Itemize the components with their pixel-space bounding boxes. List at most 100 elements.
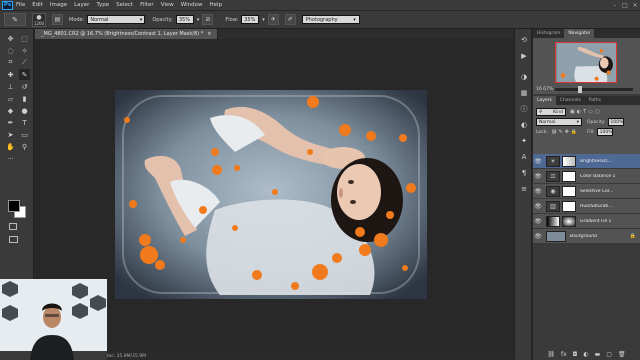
brush-preset-picker[interactable]: ● 1200 [32,12,46,27]
airbrush-toggle[interactable]: ✈ [267,14,279,25]
healing-tool-icon[interactable]: ✚ [5,69,16,80]
adjustment-layer-icon[interactable]: ◐ [583,351,588,358]
layer-mask-thumbnail[interactable] [562,185,576,197]
trash-icon[interactable]: 🗑 [618,351,626,358]
pressure-size-toggle[interactable]: ✐ [284,14,296,25]
tab-layers[interactable]: Layers [533,96,556,105]
marquee-tool-icon[interactable]: ⬚ [19,33,30,44]
new-layer-icon[interactable]: ▢ [606,351,612,358]
move-tool-icon[interactable]: ✥ [5,33,16,44]
brush-panel-toggle[interactable]: ▤ [52,14,63,25]
quick-select-tool-icon[interactable]: ✧ [19,45,30,56]
eye-icon[interactable]: 👁 [533,173,543,180]
history-panel-icon[interactable]: ⟲ [518,34,530,45]
path-select-tool-icon[interactable]: ➤ [5,129,16,140]
minimize-button[interactable]: - [610,2,620,9]
menu-view[interactable]: View [161,2,174,8]
tab-paths[interactable]: Paths [585,96,605,105]
properties-panel-icon[interactable]: ≡ [518,183,530,194]
adjustments-panel-icon[interactable]: ◐ [518,119,530,130]
crop-tool-icon[interactable]: ⌗ [5,57,16,68]
brush-tool-icon[interactable]: ✎ [19,69,30,80]
tab-navigator[interactable]: Navigator [564,29,595,38]
layer-filter-select[interactable]: ⚲ Kind [536,108,566,116]
maximize-button[interactable]: □ [620,2,630,9]
link-layers-icon[interactable]: ⛓ [547,351,555,358]
layer-row[interactable]: 👁 ☀ Brightness/C... [533,154,640,169]
info-panel-icon[interactable]: ⓘ [518,103,530,114]
document-canvas-photo[interactable] [115,90,427,299]
gradient-tool-icon[interactable]: ▮ [19,93,30,104]
add-mask-icon[interactable]: ◘ [573,351,578,358]
swatches-panel-icon[interactable]: ▦ [518,87,530,98]
workspace-switcher[interactable]: Photography ▾ [301,15,360,24]
navigator-thumbnail[interactable] [555,42,617,83]
type-tool-icon[interactable]: T [19,117,30,128]
zoom-tool-icon[interactable]: ⚲ [19,141,30,152]
blend-mode-select[interactable]: Normal ▾ [536,118,582,126]
styles-panel-icon[interactable]: ✦ [518,135,530,146]
opacity-chevron-icon[interactable]: ▾ [197,17,200,23]
pressure-opacity-toggle[interactable]: ⊘ [202,14,214,25]
close-tab-icon[interactable]: × [207,31,211,37]
flow-field[interactable]: 35% [241,15,260,24]
menu-window[interactable]: Window [181,2,203,8]
eye-icon[interactable]: 👁 [533,233,543,240]
dodge-tool-icon[interactable]: ● [19,105,30,116]
lasso-tool-icon[interactable]: ◌ [5,45,16,56]
actions-panel-icon[interactable]: ▶ [518,50,530,61]
mode-select[interactable]: Normal ▾ [87,15,146,24]
blur-tool-icon[interactable]: ◆ [5,105,16,116]
layer-mask-thumbnail[interactable] [562,200,576,212]
flow-chevron-icon[interactable]: ▾ [262,17,265,23]
layer-row[interactable]: 👁 ▥ Hue/Saturati... [533,199,640,214]
shape-tool-icon[interactable]: ▭ [19,129,30,140]
layer-row[interactable]: 👁 ⚖ Color Balance 1 [533,169,640,184]
navigator-zoom-value[interactable]: 16.67% [536,87,553,92]
layer-mask-thumbnail[interactable] [562,215,576,227]
history-brush-tool-icon[interactable]: ↺ [19,81,30,92]
more-tools-icon[interactable]: ··· [5,153,16,164]
eye-icon[interactable]: 👁 [533,218,543,225]
fill-field[interactable]: 100% [596,128,613,136]
pen-tool-icon[interactable]: ✒ [5,117,16,128]
eye-icon[interactable]: 👁 [533,203,543,210]
screen-mode-icon[interactable] [9,236,18,243]
clone-stamp-tool-icon[interactable]: ⊥ [5,81,16,92]
tab-channels[interactable]: Channels [556,96,585,105]
layer-row[interactable]: 👁 Gradient Fill 1 [533,214,640,229]
layer-filter-icons[interactable]: ▣◐T▭▢ [570,109,602,115]
navigator-zoom-slider[interactable] [555,86,633,93]
document-tab[interactable]: _MG_4801.CR2 @ 16.7% (Brightness/Contras… [35,29,219,39]
layer-mask-thumbnail[interactable] [562,155,576,167]
foreground-color-swatch[interactable] [8,200,20,212]
color-panel-icon[interactable]: ◑ [518,71,530,82]
slider-handle[interactable] [578,86,583,93]
tool-preset-picker[interactable]: ✎ [4,13,26,26]
layer-row[interactable]: 👁 ◉ Selective Col... [533,184,640,199]
close-window-button[interactable]: × [630,2,640,9]
menu-select[interactable]: Select [116,2,133,8]
menu-filter[interactable]: Filter [140,2,154,8]
hand-tool-icon[interactable]: ✋ [5,141,16,152]
menu-file[interactable]: File [16,2,25,8]
lock-options-icons[interactable]: ▨✎✥🔒 [552,129,579,135]
menu-layer[interactable]: Layer [74,2,89,8]
menu-help[interactable]: Help [209,2,222,8]
opacity-field[interactable]: 35% [175,15,194,24]
eyedropper-tool-icon[interactable]: ⟋ [19,57,30,68]
layer-mask-thumbnail[interactable] [562,170,576,182]
eye-icon[interactable]: 👁 [533,158,543,165]
layer-opacity-field[interactable]: 100% [607,118,624,126]
eye-icon[interactable]: 👁 [533,188,543,195]
tab-histogram[interactable]: Histogram [533,29,564,38]
eraser-tool-icon[interactable]: ▱ [5,93,16,104]
character-panel-icon[interactable]: A [518,151,530,162]
layer-style-icon[interactable]: fx [561,351,567,358]
paragraph-panel-icon[interactable]: ¶ [518,167,530,178]
menu-image[interactable]: Image [50,2,67,8]
menu-type[interactable]: Type [96,2,109,8]
menu-edit[interactable]: Edit [32,2,43,8]
new-group-icon[interactable]: ▬ [595,351,601,358]
layer-row[interactable]: 👁 Background 🔒 [533,229,640,244]
